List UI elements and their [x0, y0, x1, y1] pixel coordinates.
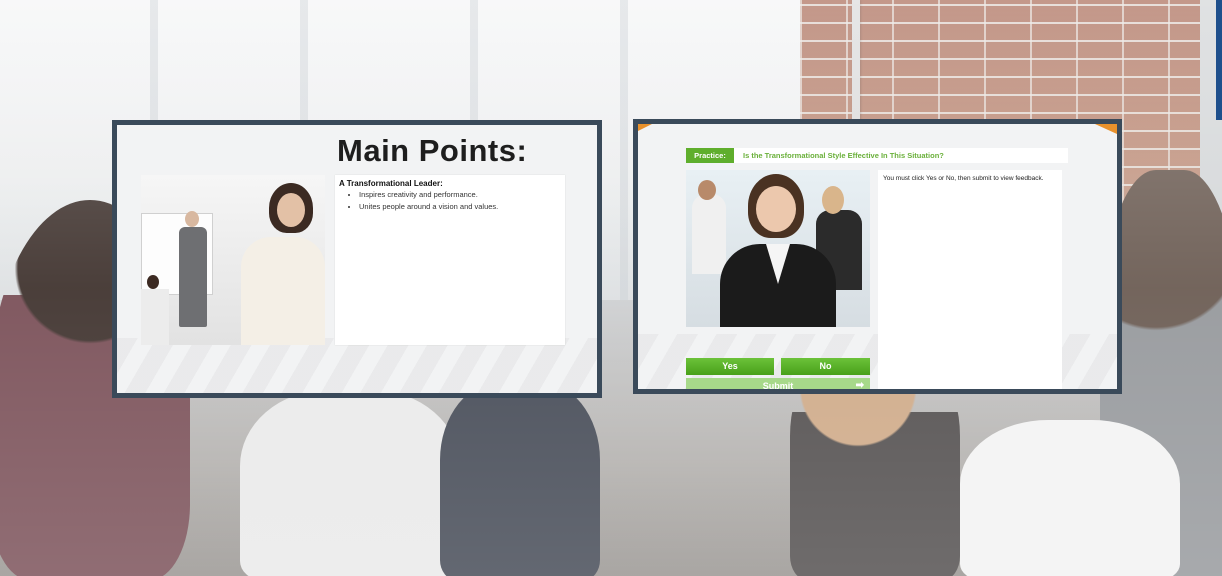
- main-points-list: Inspires creativity and performance. Uni…: [345, 189, 498, 213]
- presenter-figure: [179, 227, 207, 327]
- main-points-slide: Main Points: A Transformational Leader: …: [112, 120, 602, 398]
- practice-slide: Practice: Is the Transformational Style …: [633, 119, 1122, 394]
- slide-watermark: [117, 338, 597, 393]
- businesswoman-face: [756, 186, 796, 232]
- feedback-instruction: You must click Yes or No, then submit to…: [883, 175, 1044, 182]
- seated-figure: [141, 289, 169, 345]
- slide-title: Main Points:: [337, 133, 528, 168]
- corner-accent: [638, 124, 652, 131]
- no-button[interactable]: No: [781, 358, 870, 375]
- background-colleague: [692, 194, 726, 274]
- main-points-heading: A Transformational Leader:: [339, 179, 443, 188]
- presenter-head: [185, 211, 199, 227]
- businesswoman-figure: [241, 237, 325, 345]
- submit-label: Submit: [762, 381, 794, 391]
- background-colleague-head: [822, 186, 844, 214]
- list-item: Unites people around a vision and values…: [359, 201, 498, 213]
- main-points-textbox: A Transformational Leader: Inspires crea…: [335, 175, 565, 345]
- scenario-photo: [686, 170, 870, 327]
- businesswoman-face: [277, 193, 305, 227]
- list-item: Inspires creativity and performance.: [359, 189, 498, 201]
- arrow-right-icon: ➡: [855, 380, 864, 391]
- yes-button[interactable]: Yes: [686, 358, 774, 375]
- feedback-panel: You must click Yes or No, then submit to…: [878, 170, 1062, 389]
- edge-tab: [1216, 0, 1222, 120]
- practice-question: Is the Transformational Style Effective …: [743, 151, 944, 160]
- submit-button[interactable]: Submit ➡: [686, 378, 870, 391]
- practice-badge: Practice:: [686, 148, 734, 163]
- background-colleague-head: [698, 180, 716, 200]
- leader-photo: [141, 175, 325, 345]
- seated-head: [147, 275, 159, 289]
- practice-header: Practice: Is the Transformational Style …: [686, 148, 1068, 163]
- corner-accent: [1095, 124, 1117, 134]
